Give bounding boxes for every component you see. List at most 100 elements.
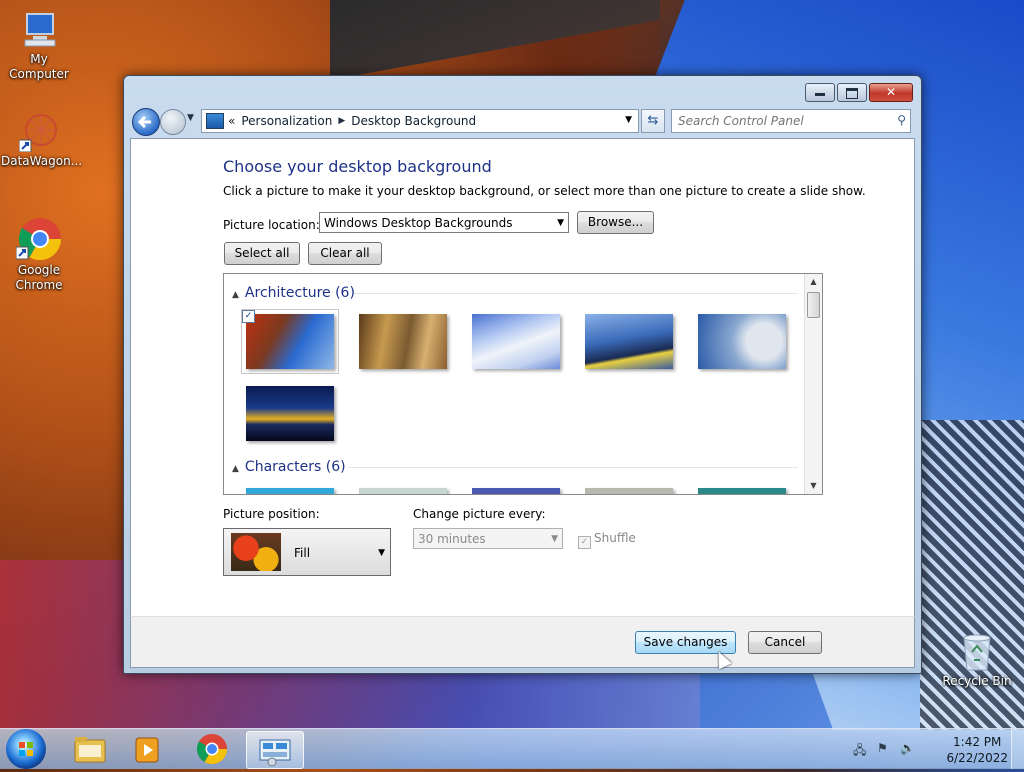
group-divider: [354, 293, 798, 294]
taskbar-control-panel[interactable]: [246, 731, 304, 769]
clock[interactable]: 1:42 PM 6/22/2022: [946, 734, 1008, 766]
clock-date: 6/22/2022: [946, 751, 1008, 765]
picture-location-label: Picture location:: [223, 218, 320, 232]
window-controls: ✕: [803, 83, 913, 102]
minimize-icon: [815, 93, 825, 96]
taskbar-chrome[interactable]: [184, 731, 240, 767]
clear-all-button[interactable]: Clear all: [308, 242, 382, 265]
desktop-icon-google-chrome[interactable]: Google Chrome: [1, 215, 77, 293]
breadcrumb-personalization[interactable]: Personalization: [241, 114, 332, 128]
chrome-icon: [196, 734, 227, 765]
clock-time: 1:42 PM: [953, 735, 1002, 749]
recent-pages-dropdown[interactable]: ▼: [187, 113, 194, 123]
desktop-icon-label: Google Chrome: [15, 263, 63, 292]
windows-logo-icon: [19, 742, 33, 756]
action-center-flag-icon[interactable]: ⚑: [877, 741, 891, 755]
chevron-down-icon: ▼: [557, 218, 564, 228]
chevron-down-icon: ▼: [551, 534, 558, 544]
group-header-architecture[interactable]: ▲ Architecture (6): [232, 285, 355, 301]
desktop-icon-label: DataWagon...: [1, 154, 83, 168]
refresh-icon: ⇆: [647, 113, 659, 128]
refresh-button[interactable]: ⇆: [641, 109, 665, 133]
desktop-icon-recycle-bin[interactable]: Recycle Bin: [937, 632, 1017, 689]
chevron-down-icon: ▼: [378, 548, 385, 558]
wallpaper-thumbnail[interactable]: [585, 314, 673, 369]
page-description: Click a picture to make it your desktop …: [223, 184, 866, 198]
datawagon-icon: [18, 112, 59, 153]
collapse-triangle-icon: ▲: [232, 290, 239, 300]
show-desktop-button[interactable]: [1011, 729, 1024, 769]
address-dropdown-icon[interactable]: ▼: [625, 115, 632, 125]
window-footer: Save changes Cancel: [130, 616, 915, 668]
navigation-bar: ▼ « Personalization ▶ Desktop Background…: [130, 105, 915, 137]
control-panel-icon: [206, 113, 224, 129]
back-arrow-icon: [137, 115, 151, 129]
picture-position-value: Fill: [294, 546, 311, 560]
volume-icon[interactable]: 🔈: [900, 741, 915, 755]
taskbar: 🖧 ⚑ 🔈 1:42 PM 6/22/2022: [0, 728, 1024, 769]
selected-checkbox[interactable]: ✓: [242, 310, 255, 323]
wallpaper-thumbnail[interactable]: [585, 488, 673, 494]
select-all-button[interactable]: Select all: [224, 242, 300, 265]
shuffle-label: Shuffle: [594, 531, 636, 545]
desktop-background-window: ✕ ▼ « Personalization ▶ Desktop Backgrou…: [123, 75, 922, 674]
start-button[interactable]: [6, 729, 46, 769]
recycle-bin-icon: [960, 632, 994, 672]
wallpaper-thumbnail[interactable]: [472, 314, 560, 369]
wallpaper-thumbnail[interactable]: [246, 386, 334, 441]
picture-position-label: Picture position:: [223, 507, 320, 521]
browse-button[interactable]: Browse...: [577, 211, 654, 234]
breadcrumb-desktop-background[interactable]: Desktop Background: [351, 114, 476, 128]
control-panel-icon: [259, 739, 291, 767]
group-header-characters[interactable]: ▲ Characters (6): [232, 459, 346, 475]
computer-icon: [19, 10, 59, 50]
change-picture-label: Change picture every:: [413, 507, 546, 521]
close-icon: ✕: [885, 85, 897, 99]
wallpaper-thumbnail[interactable]: [359, 488, 447, 494]
search-input[interactable]: [672, 110, 890, 132]
desktop-icon-label: My Computer: [9, 52, 69, 81]
picture-location-select[interactable]: Windows Desktop Backgrounds ▼: [319, 212, 569, 233]
maximize-button[interactable]: [837, 83, 867, 102]
forward-button[interactable]: [160, 109, 186, 135]
picture-location-value: Windows Desktop Backgrounds: [324, 216, 513, 230]
chrome-icon: [15, 215, 62, 261]
wallpaper-thumbnail[interactable]: [698, 488, 786, 494]
collapse-triangle-icon: ▲: [232, 464, 239, 474]
search-box[interactable]: ⚲: [671, 109, 911, 133]
close-button[interactable]: ✕: [869, 83, 913, 102]
search-icon[interactable]: ⚲: [897, 113, 906, 127]
group-divider: [348, 467, 798, 468]
content-pane: Choose your desktop background Click a p…: [130, 138, 915, 617]
wallpaper-thumbnail[interactable]: ✓: [241, 309, 339, 374]
picture-position-select[interactable]: Fill ▼: [223, 528, 391, 576]
breadcrumb-separator-icon[interactable]: ▶: [338, 116, 345, 126]
shuffle-checkbox[interactable]: ✓ Shuffle: [578, 531, 636, 549]
back-button[interactable]: [132, 108, 160, 136]
scroll-down-icon[interactable]: ▼: [805, 478, 822, 494]
desktop-icon-label: Recycle Bin: [942, 674, 1012, 688]
desktop-icon-datawagon[interactable]: DataWagon...: [1, 112, 83, 169]
change-interval-value: 30 minutes: [418, 532, 486, 546]
taskbar-file-explorer[interactable]: [62, 731, 118, 767]
wallpaper-thumbnail[interactable]: [698, 314, 786, 369]
folder-icon: [74, 737, 106, 763]
scroll-up-icon[interactable]: ▲: [805, 274, 822, 290]
cancel-button[interactable]: Cancel: [748, 631, 822, 654]
desktop-icon-my-computer[interactable]: My Computer: [1, 10, 77, 82]
picture-gallery: ▲ Architecture (6) ✓ ▲ Characters (6) ▲ ▼: [223, 273, 823, 495]
wallpaper-thumbnail[interactable]: [246, 488, 334, 494]
scroll-thumb[interactable]: [807, 292, 820, 318]
system-tray: 🖧 ⚑ 🔈 1:42 PM 6/22/2022: [853, 729, 1024, 769]
page-title: Choose your desktop background: [223, 157, 492, 176]
checkbox-check-icon: ✓: [578, 536, 591, 549]
network-icon[interactable]: 🖧: [853, 741, 867, 757]
change-interval-select[interactable]: 30 minutes ▼: [413, 528, 563, 549]
wallpaper-thumbnail[interactable]: [359, 314, 447, 369]
minimize-button[interactable]: [805, 83, 835, 102]
breadcrumb-overflow[interactable]: «: [228, 114, 235, 128]
taskbar-media-player[interactable]: [121, 731, 177, 767]
wallpaper-thumbnail[interactable]: [472, 488, 560, 494]
address-bar[interactable]: « Personalization ▶ Desktop Background ▼: [201, 109, 639, 133]
gallery-scrollbar[interactable]: ▲ ▼: [804, 274, 822, 494]
